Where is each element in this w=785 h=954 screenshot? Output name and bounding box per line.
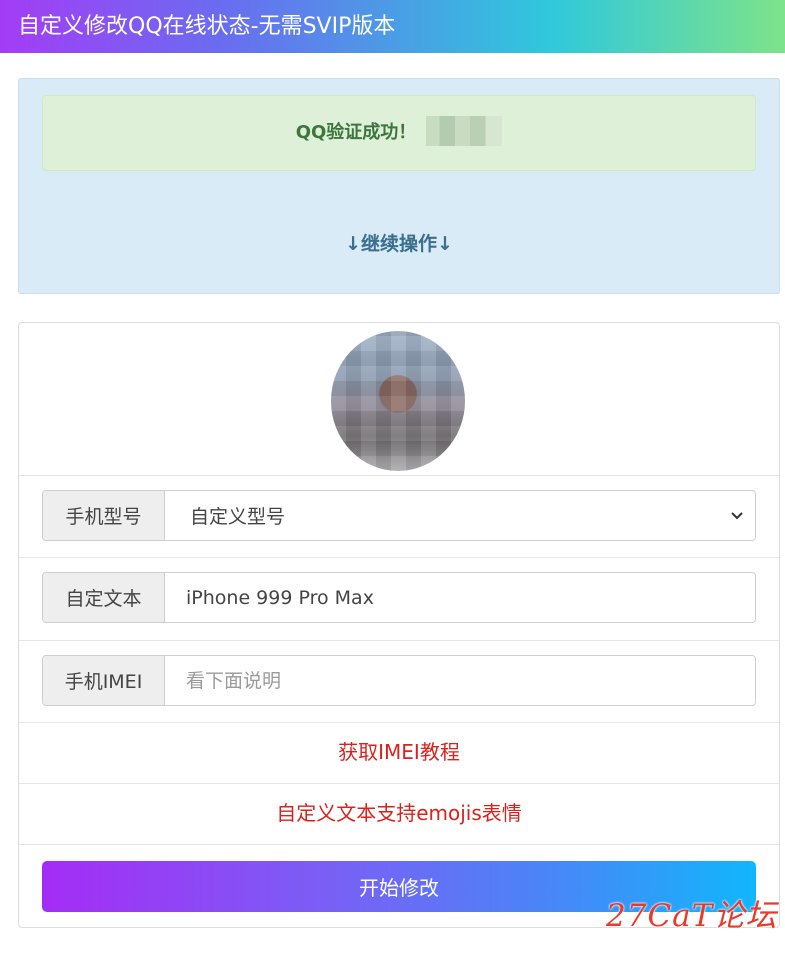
success-message: QQ验证成功！ — [295, 122, 417, 143]
custom-text-input-group: 自定文本 — [42, 572, 756, 623]
model-input-group: 手机型号 自定义型号 — [42, 490, 756, 541]
custom-text-label: 自定文本 — [43, 573, 165, 622]
success-alert: QQ验证成功！ — [42, 95, 756, 171]
custom-text-row: 自定文本 — [19, 557, 779, 641]
continue-prompt: ↓继续操作↓ — [345, 233, 453, 255]
page-title: 自定义修改QQ在线状态-无需SVIP版本 — [18, 14, 396, 39]
verification-panel: QQ验证成功！ ↓继续操作↓ — [18, 78, 780, 294]
chevron-down-icon — [731, 512, 743, 520]
custom-text-input[interactable] — [184, 585, 755, 610]
model-label: 手机型号 — [43, 491, 165, 540]
avatar-section — [19, 323, 779, 476]
emoji-support-note: 自定义文本支持emojis表情 — [276, 801, 522, 825]
custom-text-control — [165, 573, 755, 622]
qq-number-redacted — [426, 116, 503, 146]
forum-watermark: 27CaT论坛 — [606, 898, 778, 934]
avatar — [331, 331, 465, 471]
status-form: 手机型号 自定义型号 自定文本 手机IMEI 获取IMEI教程 — [18, 322, 780, 928]
imei-tutorial-row: 获取IMEI教程 — [19, 722, 779, 784]
page-title-bar: 自定义修改QQ在线状态-无需SVIP版本 — [0, 0, 785, 53]
emoji-note-row: 自定义文本支持emojis表情 — [19, 783, 779, 845]
model-row: 手机型号 自定义型号 — [19, 475, 779, 558]
imei-control — [165, 656, 755, 705]
model-select[interactable]: 自定义型号 — [165, 491, 755, 540]
imei-input-group: 手机IMEI — [42, 655, 756, 706]
imei-tutorial-link[interactable]: 获取IMEI教程 — [338, 740, 460, 764]
imei-label: 手机IMEI — [43, 656, 165, 705]
model-selected-value: 自定义型号 — [190, 506, 286, 528]
imei-input[interactable] — [184, 668, 755, 693]
imei-row: 手机IMEI — [19, 640, 779, 723]
